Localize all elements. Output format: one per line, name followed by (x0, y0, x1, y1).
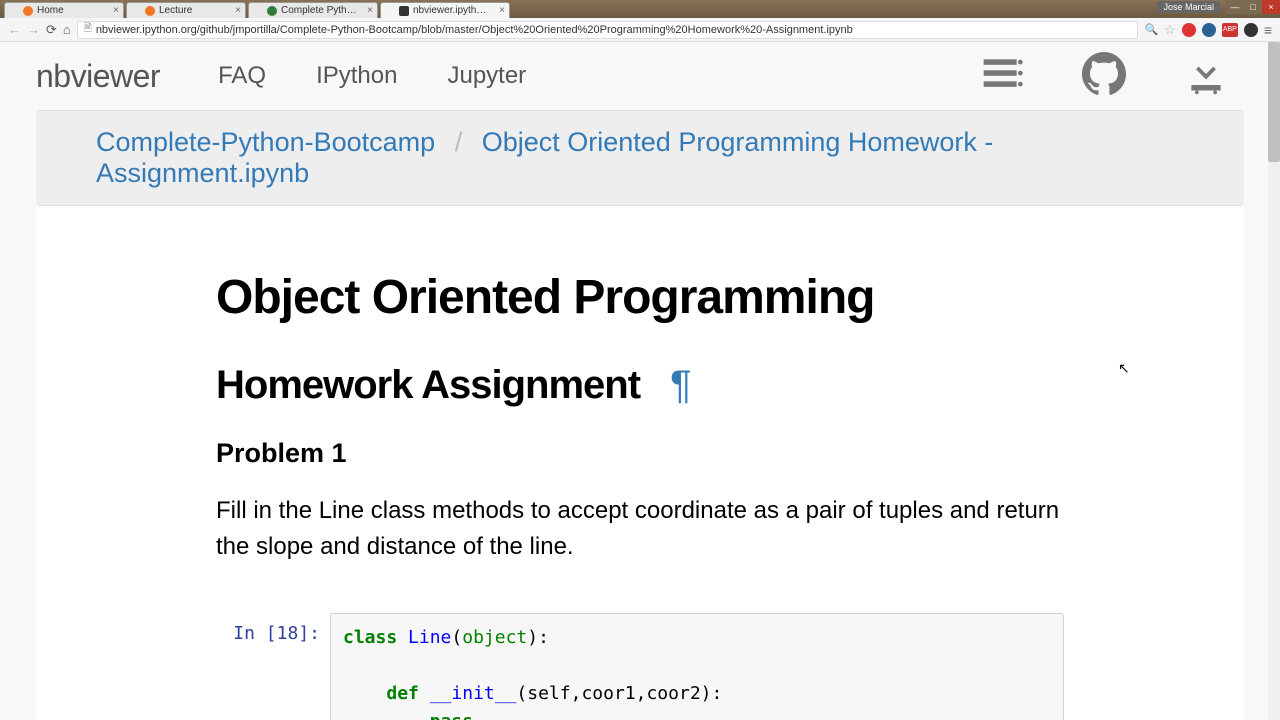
nav-links: FAQ IPython Jupyter (218, 62, 526, 90)
url-input[interactable]: 🗎 nbviewer.ipython.org/github/jmportilla… (77, 21, 1139, 39)
browser-chrome: Home × Lecture × Complete Python Bootcam… (0, 0, 1280, 42)
tab-title: nbviewer.ipython.org/github (413, 5, 491, 16)
input-prompt: In [18]: (216, 613, 320, 720)
nav-link-ipython[interactable]: IPython (316, 62, 397, 90)
browser-tab-lecture[interactable]: Lecture × (126, 2, 246, 18)
breadcrumb: Complete-Python-Bootcamp / Object Orient… (96, 127, 993, 188)
browser-tab-nbviewer[interactable]: nbviewer.ipython.org/github × (380, 2, 510, 18)
user-badge[interactable]: Jose Marcial (1157, 1, 1220, 13)
minimize-button[interactable]: — (1226, 0, 1244, 14)
maximize-button[interactable]: □ (1244, 0, 1262, 14)
heading-text: Homework Assignment (216, 363, 640, 407)
list-icon[interactable] (980, 52, 1024, 101)
download-icon[interactable] (1184, 52, 1228, 101)
extension-icon[interactable] (1202, 23, 1216, 37)
adblock-icon[interactable]: ABP (1222, 23, 1238, 37)
problem-heading: Problem 1 (216, 438, 1064, 469)
notebook-content: Object Oriented Programming Homework Ass… (36, 206, 1244, 720)
code-line: class Line(object): (343, 624, 1051, 652)
forward-button[interactable]: → (27, 22, 40, 37)
scrollbar-thumb[interactable] (1268, 42, 1280, 162)
anchor-link-icon[interactable]: ¶ (670, 363, 690, 407)
nbviewer-favicon-icon (399, 6, 409, 16)
udemy-favicon-icon (267, 6, 277, 16)
window-controls: — □ × (1226, 0, 1280, 14)
nav-link-jupyter[interactable]: Jupyter (447, 62, 526, 90)
extension-icon[interactable] (1244, 23, 1258, 37)
page-title: Object Oriented Programming (216, 270, 1064, 325)
close-window-button[interactable]: × (1262, 0, 1280, 14)
close-icon[interactable]: × (235, 5, 241, 16)
reload-button[interactable]: ⟳ (46, 22, 57, 38)
chrome-menu-icon[interactable]: ≡ (1264, 22, 1272, 38)
code-line: pass (343, 708, 1051, 720)
nav-link-faq[interactable]: FAQ (218, 62, 266, 90)
extension-icons: ABP ≡ (1182, 22, 1272, 38)
nav-action-icons (980, 52, 1244, 101)
breadcrumb-repo[interactable]: Complete-Python-Bootcamp (96, 127, 435, 157)
tab-title: Complete Python Bootcamp (281, 5, 359, 16)
code-line: def __init__(self,coor1,coor2): (343, 680, 1051, 708)
brand-logo[interactable]: nbviewer (36, 58, 160, 95)
bookmark-star-icon[interactable]: ☆ (1164, 22, 1176, 38)
back-button[interactable]: ← (8, 22, 21, 37)
close-icon[interactable]: × (499, 5, 505, 16)
close-icon[interactable]: × (367, 5, 373, 16)
github-icon[interactable] (1082, 52, 1126, 101)
close-icon[interactable]: × (113, 5, 119, 16)
vertical-scrollbar[interactable] (1268, 42, 1280, 720)
zoom-icon[interactable]: 🔍 (1144, 23, 1158, 36)
problem-description: Fill in the Line class methods to accept… (216, 493, 1064, 565)
browser-tab-udemy[interactable]: Complete Python Bootcamp × (248, 2, 378, 18)
code-input: class Line(object): def __init__(self,co… (330, 613, 1064, 720)
page-info-icon[interactable]: 🗎 (84, 21, 92, 38)
section-heading: Homework Assignment ¶ (216, 363, 1064, 408)
code-line (343, 652, 1051, 680)
breadcrumb-bar: Complete-Python-Bootcamp / Object Orient… (36, 110, 1244, 206)
tab-title: Lecture (159, 5, 192, 16)
page-content: nbviewer FAQ IPython Jupyter Complete-Py… (0, 42, 1280, 720)
site-navbar: nbviewer FAQ IPython Jupyter (0, 42, 1280, 110)
url-text: nbviewer.ipython.org/github/jmportilla/C… (96, 24, 853, 36)
code-cell: In [18]: class Line(object): def __init_… (216, 613, 1064, 720)
tab-title: Home (37, 5, 64, 16)
browser-tab-home[interactable]: Home × (4, 2, 124, 18)
jupyter-favicon-icon (23, 6, 33, 16)
breadcrumb-separator: / (455, 127, 463, 157)
tab-bar: Home × Lecture × Complete Python Bootcam… (0, 0, 1280, 18)
address-bar: ← → ⟳ ⌂ 🗎 nbviewer.ipython.org/github/jm… (0, 18, 1280, 42)
jupyter-favicon-icon (145, 6, 155, 16)
extension-icon[interactable] (1182, 23, 1196, 37)
home-button[interactable]: ⌂ (63, 22, 71, 37)
